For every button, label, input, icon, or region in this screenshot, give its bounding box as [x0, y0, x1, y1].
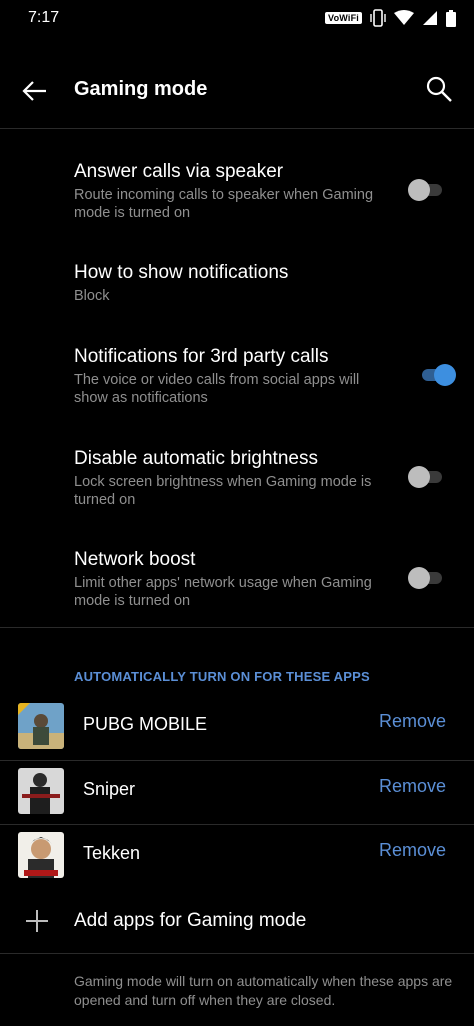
app-name: PUBG MOBILE	[83, 714, 208, 734]
setting-network-boost[interactable]: Network boost Limit other apps' network …	[74, 548, 394, 610]
header-divider	[0, 128, 474, 129]
setting-title: Answer calls via speaker	[74, 161, 284, 182]
settings-divider	[0, 627, 474, 628]
pubg-app-icon	[18, 703, 64, 749]
setting-how-to-show-notifications[interactable]: How to show notifications Block	[74, 261, 394, 305]
setting-subtitle: Block	[74, 288, 110, 304]
vowifi-badge: VoWiFi	[325, 12, 362, 24]
app-bar: Gaming mode	[0, 62, 474, 118]
app-name: Tekken	[83, 843, 141, 863]
setting-title: Notifications for 3rd party calls	[74, 346, 329, 367]
network-boost-toggle[interactable]	[408, 566, 444, 590]
setting-3rd-party-calls[interactable]: Notifications for 3rd party calls The vo…	[74, 345, 394, 407]
app-name: Sniper	[83, 779, 136, 799]
footer-note: Gaming mode will turn on automatically w…	[74, 973, 453, 1008]
setting-title: Network boost	[74, 549, 196, 570]
disable-auto-brightness-toggle[interactable]	[408, 465, 444, 489]
remove-sniper-button[interactable]: Remove	[379, 776, 446, 797]
app-divider	[0, 760, 474, 761]
back-arrow-icon[interactable]	[20, 76, 50, 106]
cellular-signal-icon	[423, 11, 437, 25]
setting-disable-auto-brightness[interactable]: Disable automatic brightness Lock screen…	[74, 447, 394, 509]
remove-tekken-button[interactable]: Remove	[379, 840, 446, 861]
status-time: 7:17	[28, 9, 60, 26]
vibrate-icon	[370, 9, 386, 27]
setting-subtitle: Lock screen brightness when Gaming mode …	[74, 474, 372, 508]
search-icon[interactable]	[424, 74, 454, 104]
app-row-tekken: Tekken Remove	[0, 826, 474, 890]
add-apps-label: Add apps for Gaming mode	[74, 910, 307, 931]
answer-calls-speaker-toggle[interactable]	[408, 178, 444, 202]
battery-icon	[446, 9, 456, 27]
app-row-pubg: PUBG MOBILE Remove	[0, 697, 474, 761]
page-title: Gaming mode	[74, 78, 208, 100]
setting-answer-calls-speaker[interactable]: Answer calls via speaker Route incoming …	[74, 160, 394, 222]
status-bar: 7:17 VoWiFi	[0, 0, 474, 36]
app-row-sniper: Sniper Remove	[0, 762, 474, 826]
sniper-app-icon	[18, 768, 64, 814]
setting-title: How to show notifications	[74, 262, 289, 283]
setting-title: Disable automatic brightness	[74, 448, 318, 469]
setting-subtitle: The voice or video calls from social app…	[74, 372, 360, 406]
plus-icon	[26, 910, 48, 932]
setting-subtitle: Route incoming calls to speaker when Gam…	[74, 187, 374, 221]
3rd-party-calls-toggle[interactable]	[418, 363, 456, 387]
add-apps-button[interactable]: Add apps for Gaming mode	[0, 895, 474, 947]
footer-divider	[0, 953, 474, 954]
tekken-app-icon	[18, 832, 64, 878]
apps-section-header: AUTOMATICALLY TURN ON FOR THESE APPS	[74, 669, 370, 684]
setting-subtitle: Limit other apps' network usage when Gam…	[74, 575, 372, 609]
status-icons: VoWiFi	[325, 9, 456, 27]
app-divider	[0, 824, 474, 825]
remove-pubg-button[interactable]: Remove	[379, 711, 446, 732]
wifi-icon	[394, 10, 414, 25]
